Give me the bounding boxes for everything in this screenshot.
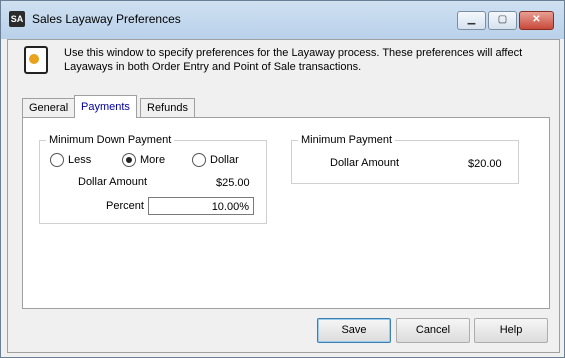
save-button[interactable]: Save (317, 318, 391, 343)
help-button[interactable]: Help (474, 318, 548, 343)
percent-field[interactable]: 10.00% (148, 197, 254, 215)
radio-more-label: More (140, 154, 166, 167)
close-button[interactable]: ✕ (519, 11, 554, 30)
cancel-button[interactable]: Cancel (396, 318, 470, 343)
payments-tab-panel: Minimum Down Payment Less More Dollar Do… (22, 117, 550, 309)
tab-refunds[interactable]: Refunds (140, 98, 195, 118)
minimum-payment-legend: Minimum Payment (298, 134, 396, 146)
radio-dollar-circle[interactable] (192, 153, 206, 168)
maximize-button[interactable]: ▢ (488, 11, 517, 30)
radio-less-label: Less (68, 154, 92, 167)
minimum-down-payment-legend: Minimum Down Payment (46, 134, 175, 146)
radio-dollar-label: Dollar (210, 154, 239, 167)
tab-payments[interactable]: Payments (74, 95, 137, 118)
radio-less-circle[interactable] (50, 153, 64, 168)
app-icon: SA (9, 11, 25, 27)
percent-label: Percent (106, 200, 144, 212)
down-dollar-amount-label: Dollar Amount (78, 176, 148, 188)
minimize-button[interactable]: ▁ (457, 11, 486, 30)
window-title: Sales Layaway Preferences (32, 12, 181, 26)
window-client-area: Use this window to specify preferences f… (7, 39, 560, 353)
preferences-window: SA Sales Layaway Preferences ▁ ▢ ✕ Use t… (0, 0, 565, 358)
minimum-payment-group: Minimum Payment Dollar Amount $20.00 (291, 134, 519, 184)
title-bar[interactable]: SA Sales Layaway Preferences ▁ ▢ ✕ (1, 1, 564, 39)
tab-general[interactable]: General (22, 98, 76, 118)
payment-dollar-amount-value: $20.00 (468, 158, 502, 170)
radio-more[interactable]: More (122, 153, 166, 168)
preferences-document-icon (24, 46, 48, 74)
down-dollar-amount-value: $25.00 (216, 177, 250, 189)
payment-dollar-amount-label: Dollar Amount (330, 157, 400, 169)
radio-more-circle[interactable] (122, 153, 136, 168)
radio-dollar[interactable]: Dollar (192, 153, 239, 168)
radio-less[interactable]: Less (50, 153, 92, 168)
minimum-down-payment-group: Minimum Down Payment Less More Dollar Do… (39, 134, 267, 224)
info-text: Use this window to specify preferences f… (64, 47, 523, 73)
